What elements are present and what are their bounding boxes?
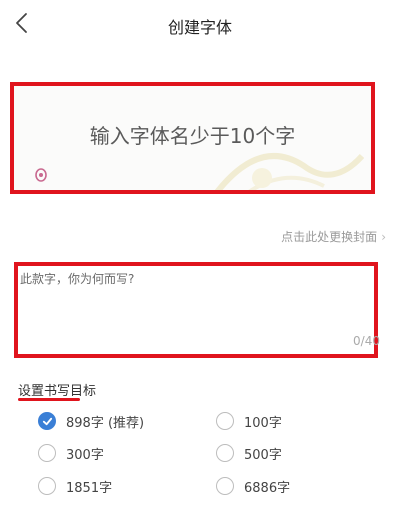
- radio-unchecked-icon[interactable]: [216, 444, 234, 462]
- goal-option-6886[interactable]: 6886字: [216, 474, 290, 498]
- goal-option-label: 1851字: [66, 480, 113, 496]
- goal-option-500[interactable]: 500字: [216, 441, 282, 465]
- font-cover-area[interactable]: [10, 82, 375, 194]
- goal-option-label: 500字: [244, 447, 282, 463]
- chevron-right-icon: ›: [381, 229, 386, 244]
- goal-section-title: 设置书写目标: [18, 384, 97, 399]
- goal-title-underline: [18, 398, 80, 401]
- change-cover-link[interactable]: 点击此处更换封面 ›: [281, 228, 386, 245]
- reason-textarea[interactable]: [20, 270, 360, 340]
- page-title: 创建字体: [167, 18, 232, 37]
- radio-unchecked-icon[interactable]: [38, 477, 56, 495]
- goal-option-label: 100字: [244, 415, 282, 431]
- goal-option-898[interactable]: 898字 (推荐): [38, 409, 144, 433]
- reason-field[interactable]: 0/40: [14, 262, 380, 358]
- top-bar: 创建字体: [0, 0, 400, 52]
- radio-unchecked-icon[interactable]: [38, 444, 56, 462]
- char-counter: 0/40: [353, 334, 380, 348]
- goal-option-label: 898字 (推荐): [66, 415, 145, 431]
- goal-option-label: 6886字: [244, 480, 291, 496]
- goal-option-1851[interactable]: 1851字: [38, 474, 112, 498]
- radio-unchecked-icon[interactable]: [216, 412, 234, 430]
- goal-option-100[interactable]: 100字: [216, 409, 282, 433]
- radio-checked-icon[interactable]: [38, 412, 56, 430]
- change-cover-label: 点击此处更换封面: [281, 230, 378, 244]
- radio-unchecked-icon[interactable]: [216, 477, 234, 495]
- edit-icon[interactable]: [34, 166, 48, 182]
- font-name-input[interactable]: [14, 116, 371, 156]
- goal-option-label: 300字: [66, 447, 104, 463]
- goal-option-300[interactable]: 300字: [38, 441, 104, 465]
